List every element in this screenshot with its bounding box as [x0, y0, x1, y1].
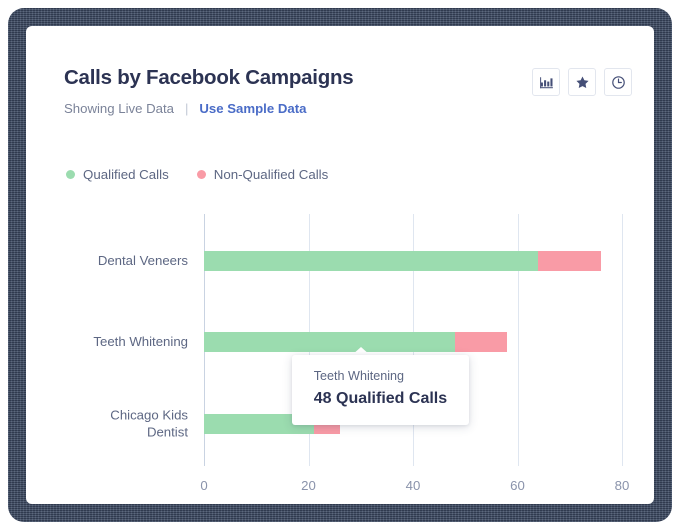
- y-axis-category-label: Dental Veneers: [97, 252, 188, 268]
- window-frame: Calls by Facebook Campaigns Showing Live…: [8, 8, 672, 522]
- bar-segment-qualified[interactable]: [204, 251, 539, 271]
- x-axis-tick-label: 20: [301, 478, 316, 493]
- tooltip-title: Teeth Whitening: [313, 369, 405, 383]
- calls-bar-chart: 0 20 40 60 80 Dental Veneers Teeth Whitening Ch…: [26, 26, 654, 504]
- plot-area: 0 20 40 60 80 Dental Veneers Teeth Whitening Ch…: [93, 214, 629, 493]
- chart-tooltip: Teeth Whitening 48 Qualified Calls: [291, 355, 470, 425]
- x-axis-tick-label: 60: [510, 478, 525, 493]
- tooltip-value: 48 Qualified Calls: [313, 390, 448, 407]
- y-axis-category-label: Chicago Kids Dentist: [110, 407, 188, 440]
- chart-card: Calls by Facebook Campaigns Showing Live…: [26, 26, 654, 504]
- x-axis-tick-label: 40: [405, 478, 421, 493]
- bar-segment-non-qualified[interactable]: [454, 332, 508, 352]
- x-axis-tick-label: 80: [614, 478, 630, 493]
- bar-segment-non-qualified[interactable]: [538, 251, 602, 271]
- gridline: [622, 214, 623, 466]
- bar-segment-qualified[interactable]: [204, 332, 455, 352]
- tooltip-arrow: [351, 347, 370, 355]
- y-axis-category-label: Teeth Whitening: [93, 333, 188, 349]
- x-axis-tick-label: 0: [200, 478, 208, 493]
